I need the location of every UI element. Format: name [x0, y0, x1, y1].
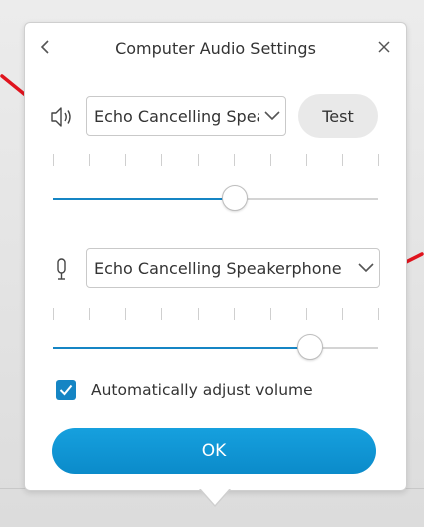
close-icon [378, 41, 390, 53]
dialog-title: Computer Audio Settings [115, 39, 316, 58]
speaker-volume-fill [53, 198, 235, 200]
chevron-down-icon [353, 263, 379, 273]
microphone-icon [49, 255, 75, 283]
test-speaker-button[interactable]: Test [298, 94, 378, 138]
dialog-pointer-fill [200, 488, 230, 505]
microphone-volume-ticks [53, 308, 379, 320]
speaker-volume-thumb[interactable] [222, 185, 248, 211]
microphone-volume-slider[interactable] [53, 333, 378, 363]
speaker-select-value: Echo Cancelling Speakerphone [94, 106, 259, 126]
auto-adjust-label: Automatically adjust volume [91, 381, 313, 399]
chevron-down-icon [259, 111, 285, 121]
ok-button[interactable]: OK [52, 428, 376, 474]
auto-adjust-checkbox[interactable] [56, 380, 76, 400]
microphone-volume-thumb[interactable] [296, 334, 323, 360]
speaker-volume-slider[interactable] [53, 184, 378, 214]
microphone-volume-fill [53, 347, 310, 349]
microphone-select-value: Echo Cancelling Speakerphone [94, 258, 342, 278]
speaker-icon [49, 103, 75, 131]
close-button[interactable] [370, 33, 398, 61]
speaker-volume-ticks [53, 154, 379, 166]
speaker-select[interactable]: Echo Cancelling Speakerphone [86, 96, 286, 136]
microphone-select[interactable]: Echo Cancelling Speakerphone [86, 248, 380, 288]
audio-settings-dialog: Computer Audio Settings Echo Cancelling … [24, 22, 407, 491]
checkmark-icon [59, 384, 73, 396]
